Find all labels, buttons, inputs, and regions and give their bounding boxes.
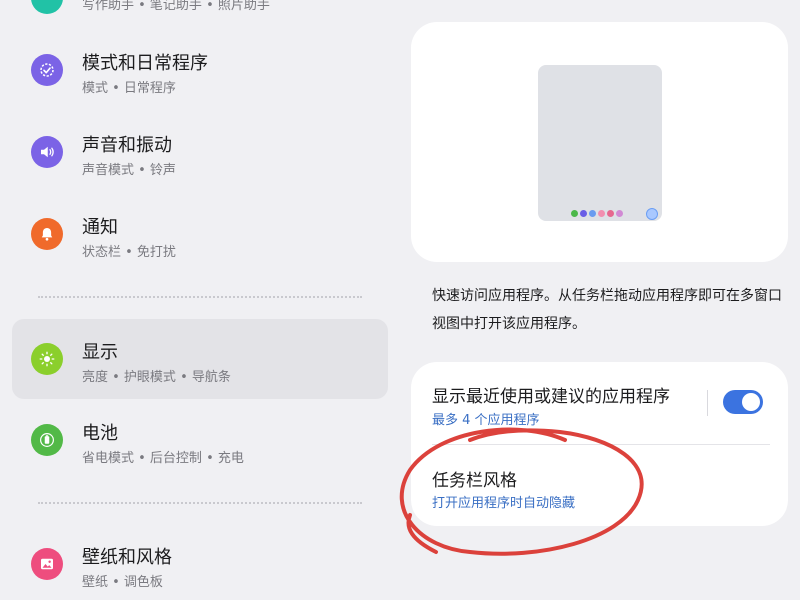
section-divider <box>38 296 362 298</box>
speaker-icon <box>31 136 63 168</box>
options-divider <box>432 444 770 445</box>
assistant-icon[interactable] <box>31 0 63 14</box>
taskbar-preview-dock <box>571 208 623 218</box>
settings-item-subtitle: 模式 • 日常程序 <box>82 81 176 96</box>
section-divider <box>38 502 362 504</box>
settings-item-display[interactable]: 显示 亮度 • 护眼模式 • 导航条 <box>12 319 388 399</box>
battery-icon <box>31 424 63 456</box>
sun-icon <box>31 343 63 375</box>
assistant-item-subtitle: 写作助手 • 笔记助手 • 照片助手 <box>82 0 270 13</box>
taskbar-description: 快速访问应用程序。从任务栏拖动应用程序即可在多窗口视图中打开该应用程序。 <box>432 288 782 332</box>
bell-icon <box>31 218 63 250</box>
dock-app-icon <box>580 209 587 217</box>
settings-item-title: 通知 <box>82 217 118 238</box>
settings-list: 写作助手 • 笔记助手 • 照片助手 模式和日常程序 模式 • 日常程序 声音和… <box>0 0 400 600</box>
taskbar-preview-card <box>411 22 788 262</box>
settings-item-title: 壁纸和风格 <box>82 547 172 568</box>
settings-item-subtitle: 亮度 • 护眼模式 • 导航条 <box>82 370 231 385</box>
settings-item-title: 声音和振动 <box>82 135 172 156</box>
settings-item-subtitle: 省电模式 • 后台控制 • 充电 <box>82 451 244 466</box>
recent-apps-toggle[interactable] <box>723 390 763 414</box>
settings-item-sound-vibration[interactable]: 声音和振动 声音模式 • 铃声 <box>12 112 388 192</box>
recent-apps-icon <box>646 208 658 220</box>
dock-app-icon <box>598 209 605 217</box>
dock-app-icon <box>571 209 578 217</box>
settings-item-wallpaper-style[interactable]: 壁纸和风格 壁纸 • 调色板 <box>12 524 388 600</box>
settings-item-battery[interactable]: 电池 省电模式 • 后台控制 • 充电 <box>12 400 388 480</box>
settings-item-modes-routines[interactable]: 模式和日常程序 模式 • 日常程序 <box>12 30 388 110</box>
settings-item-notifications[interactable]: 通知 状态栏 • 免打扰 <box>12 194 388 274</box>
dock-app-icon <box>589 209 596 217</box>
option-title: 显示最近使用或建议的应用程序 <box>432 387 670 407</box>
option-separator <box>707 390 708 416</box>
routine-check-icon <box>31 54 63 86</box>
tablet-preview <box>538 65 662 221</box>
settings-item-title: 模式和日常程序 <box>82 53 208 74</box>
settings-item-title: 显示 <box>82 342 118 363</box>
taskbar-options-card: 显示最近使用或建议的应用程序 最多 4 个应用程序 任务栏风格 打开应用程序时自… <box>411 362 788 526</box>
option-subtitle: 最多 4 个应用程序 <box>432 413 540 428</box>
option-title: 任务栏风格 <box>432 471 517 491</box>
settings-item-title: 电池 <box>82 423 118 444</box>
option-subtitle: 打开应用程序时自动隐藏 <box>432 496 576 511</box>
image-icon <box>31 548 63 580</box>
dock-app-icon <box>607 209 614 217</box>
settings-item-subtitle: 壁纸 • 调色板 <box>82 575 163 590</box>
toggle-knob <box>742 393 760 411</box>
dock-app-icon <box>616 209 623 217</box>
settings-item-subtitle: 声音模式 • 铃声 <box>82 163 176 178</box>
settings-item-subtitle: 状态栏 • 免打扰 <box>82 245 176 260</box>
